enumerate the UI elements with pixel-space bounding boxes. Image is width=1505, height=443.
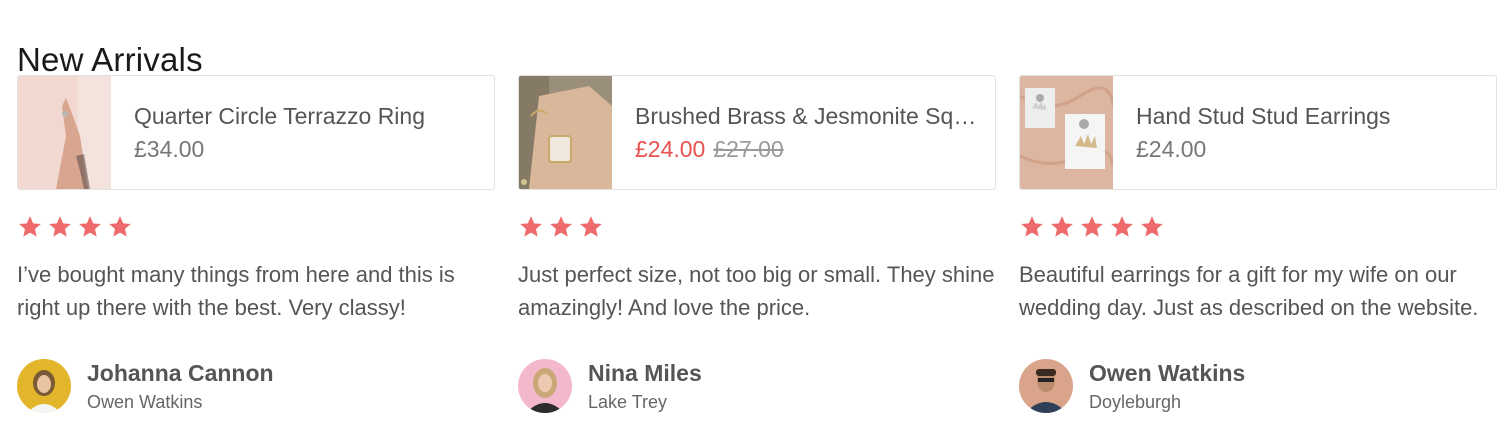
star-icon bbox=[1109, 214, 1135, 240]
product-image[interactable] bbox=[519, 76, 612, 189]
star-icon bbox=[77, 214, 103, 240]
star-icon bbox=[548, 214, 574, 240]
review-author: Owen Watkins Doyleburgh bbox=[1019, 359, 1245, 413]
star-icon bbox=[107, 214, 133, 240]
review-card: Brushed Brass & Jesmonite Squ... £24.00 £… bbox=[518, 75, 996, 435]
author-location: Doyleburgh bbox=[1089, 392, 1182, 412]
product-image[interactable] bbox=[1020, 76, 1113, 189]
product-card[interactable]: Quarter Circle Terrazzo Ring £34.00 bbox=[17, 75, 495, 190]
product-old-price: £27.00 bbox=[713, 136, 784, 162]
star-icon bbox=[1049, 214, 1075, 240]
product-card[interactable]: Brushed Brass & Jesmonite Squ... £24.00 £… bbox=[518, 75, 996, 190]
star-icon bbox=[1079, 214, 1105, 240]
product-name[interactable]: Quarter Circle Terrazzo Ring bbox=[134, 101, 480, 131]
author-location: Lake Trey bbox=[588, 392, 668, 412]
star-icon bbox=[518, 214, 544, 240]
review-author: Johanna Cannon Owen Watkins bbox=[17, 359, 274, 413]
rating-stars bbox=[518, 210, 996, 244]
star-icon bbox=[578, 214, 604, 240]
product-price: £34.00 bbox=[134, 136, 205, 162]
product-image[interactable] bbox=[18, 76, 111, 189]
product-name[interactable]: Brushed Brass & Jesmonite Squ... bbox=[635, 101, 981, 131]
review-text: Beautiful earrings for a gift for my wif… bbox=[1019, 262, 1479, 320]
star-icon bbox=[1019, 214, 1045, 240]
star-icon bbox=[1139, 214, 1165, 240]
rating-stars bbox=[17, 210, 495, 244]
product-card[interactable]: Hand Stud Stud Earrings £24.00 bbox=[1019, 75, 1497, 190]
avatar bbox=[1019, 359, 1073, 413]
product-price: £24.00 bbox=[1136, 136, 1207, 162]
author-location: Owen Watkins bbox=[87, 392, 203, 412]
author-name: Johanna Cannon bbox=[87, 360, 274, 386]
avatar bbox=[518, 359, 572, 413]
star-icon bbox=[17, 214, 43, 240]
author-name: Owen Watkins bbox=[1089, 360, 1246, 386]
section-title: New Arrivals bbox=[17, 41, 203, 79]
review-card: Quarter Circle Terrazzo Ring £34.00 I’ve… bbox=[17, 75, 495, 435]
product-name[interactable]: Hand Stud Stud Earrings bbox=[1136, 101, 1482, 131]
product-sale-price: £24.00 bbox=[635, 136, 706, 162]
review-text: Just perfect size, not too big or small.… bbox=[518, 262, 995, 320]
rating-stars bbox=[1019, 210, 1497, 244]
review-text: I’ve bought many things from here and th… bbox=[17, 262, 455, 320]
reviews-row: Quarter Circle Terrazzo Ring £34.00 I’ve… bbox=[17, 75, 1497, 435]
avatar bbox=[17, 359, 71, 413]
star-icon bbox=[47, 214, 73, 240]
review-card: Hand Stud Stud Earrings £24.00 Beautiful… bbox=[1019, 75, 1497, 435]
author-name: Nina Miles bbox=[588, 360, 702, 386]
review-author: Nina Miles Lake Trey bbox=[518, 359, 702, 413]
